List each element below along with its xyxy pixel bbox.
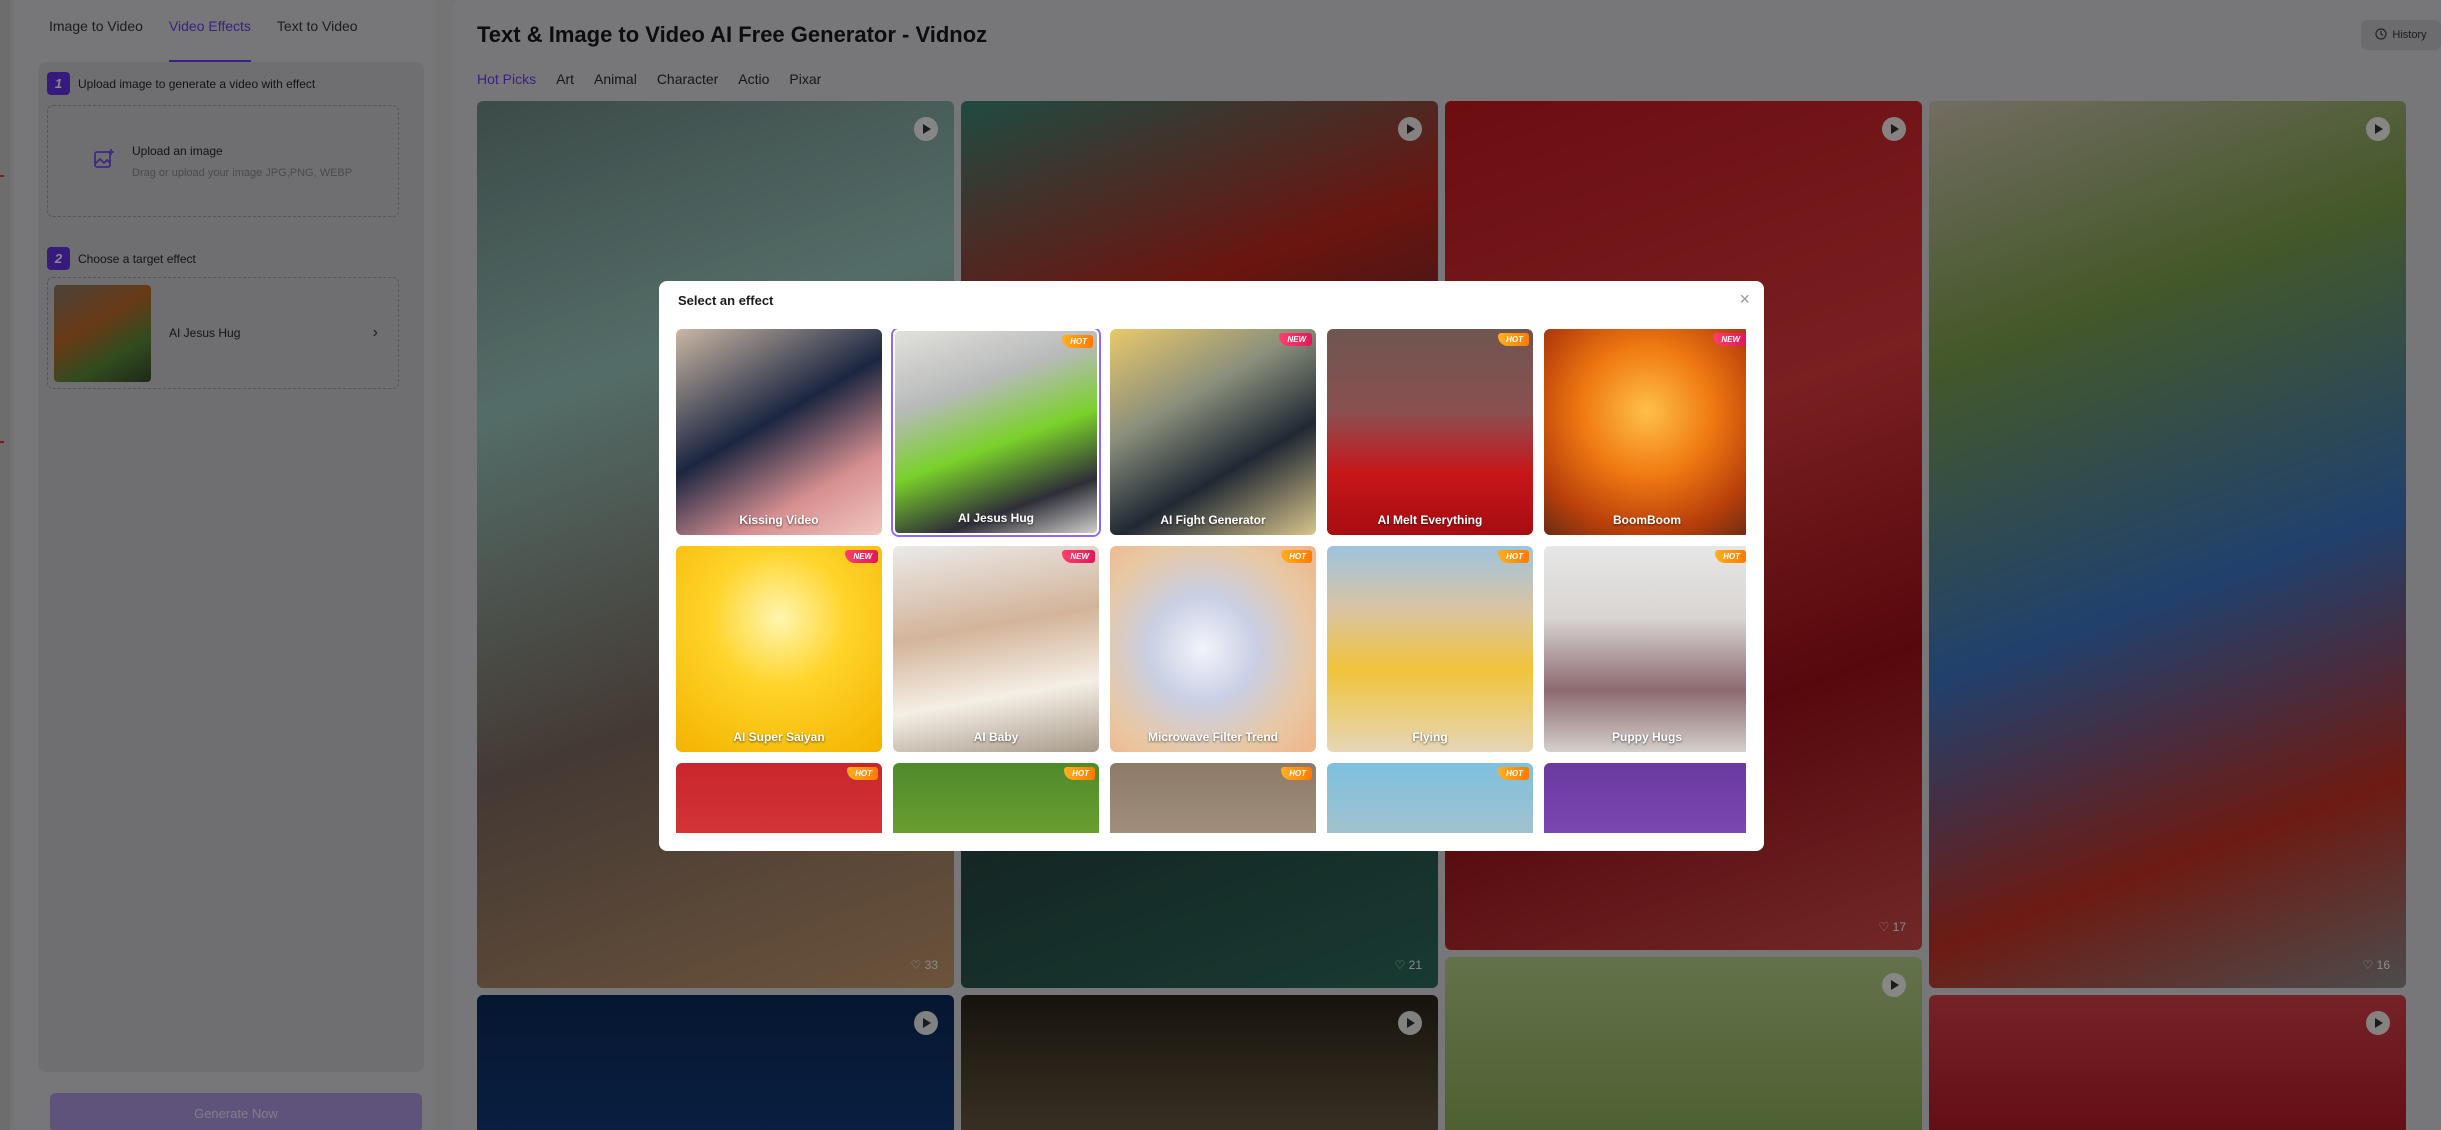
effect-tile[interactable]: NEW AI Baby xyxy=(893,546,1099,752)
effect-tile[interactable]: HOT Microwave Filter Trend xyxy=(1110,546,1316,752)
close-icon[interactable]: × xyxy=(1739,289,1750,310)
effect-tile[interactable]: HOT xyxy=(893,763,1099,833)
new-badge: NEW xyxy=(1062,550,1095,563)
hot-badge: HOT xyxy=(1498,333,1529,346)
hot-badge: HOT xyxy=(1715,550,1746,563)
modal-title: Select an effect xyxy=(678,293,774,308)
effect-tile[interactable]: NEW AI Fight Generator xyxy=(1110,329,1316,535)
effect-tile[interactable]: Kissing Video xyxy=(676,329,882,535)
effect-picker-modal: Select an effect × Kissing Video HOT AI … xyxy=(659,281,1764,851)
hot-badge: HOT xyxy=(847,767,878,780)
new-badge: NEW xyxy=(1279,333,1312,346)
effect-label: AI Melt Everything xyxy=(1377,513,1483,527)
effect-label: Microwave Filter Trend xyxy=(1147,730,1279,744)
effect-tile[interactable]: NEW BoomBoom xyxy=(1544,329,1746,535)
effect-tile[interactable]: HOT xyxy=(676,763,882,833)
effect-label: AI Baby xyxy=(973,730,1019,744)
effect-grid: Kissing Video HOT AI Jesus Hug NEW AI Fi… xyxy=(676,329,1746,833)
effect-label: BoomBoom xyxy=(1613,513,1681,527)
effect-tile[interactable]: HOT xyxy=(1327,763,1533,833)
effect-tile[interactable]: HOT Flying xyxy=(1327,546,1533,752)
hot-badge: HOT xyxy=(1281,767,1312,780)
effect-tile[interactable]: HOT xyxy=(1110,763,1316,833)
new-badge: NEW xyxy=(845,550,878,563)
effect-tile[interactable]: HOT AI Jesus Hug xyxy=(893,329,1099,535)
effect-tile[interactable]: HOT AI Melt Everything xyxy=(1327,329,1533,535)
hot-badge: HOT xyxy=(1281,550,1312,563)
effect-tile[interactable] xyxy=(1544,763,1746,833)
hot-badge: HOT xyxy=(1498,550,1529,563)
effect-label: Puppy Hugs xyxy=(1611,730,1682,744)
effect-tile[interactable]: NEW AI Super Saiyan xyxy=(676,546,882,752)
new-badge: NEW xyxy=(1713,333,1746,346)
effect-label: Kissing Video xyxy=(739,513,819,527)
effect-label: AI Jesus Hug xyxy=(957,511,1035,525)
effect-label: Flying xyxy=(1412,730,1448,744)
hot-badge: HOT xyxy=(1064,767,1095,780)
hot-badge: HOT xyxy=(1062,335,1093,348)
effect-tile[interactable]: HOT Puppy Hugs xyxy=(1544,546,1746,752)
effect-label: AI Super Saiyan xyxy=(733,730,825,744)
hot-badge: HOT xyxy=(1498,767,1529,780)
effect-label: AI Fight Generator xyxy=(1160,513,1266,527)
